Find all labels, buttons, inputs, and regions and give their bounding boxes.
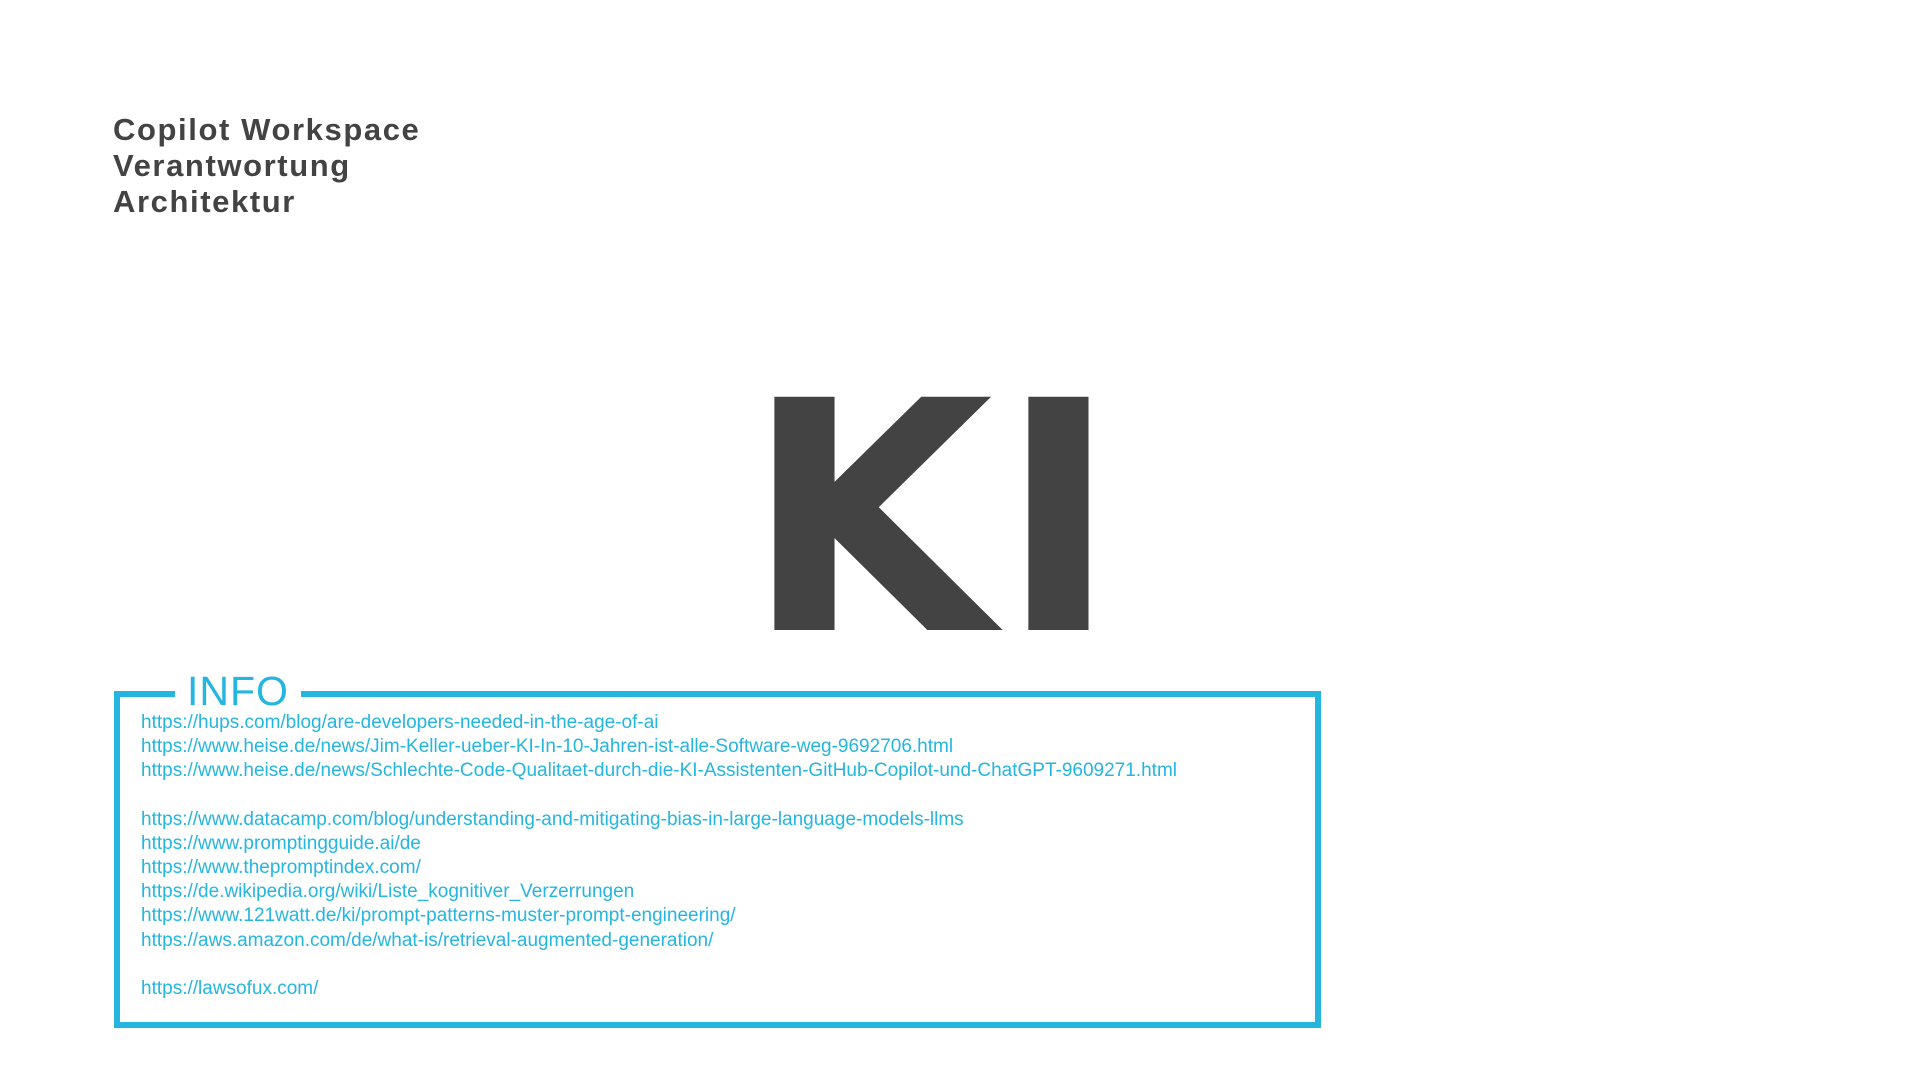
info-box: INFO https://hups.com/blog/are-developer… <box>114 667 1321 1028</box>
link-group-3: https://lawsofux.com/ <box>141 977 1177 1001</box>
link-item[interactable]: https://www.datacamp.com/blog/understand… <box>141 808 1177 832</box>
link-group-1: https://hups.com/blog/are-developers-nee… <box>141 711 1177 784</box>
hero-title: KI <box>745 334 1125 706</box>
topic-copilot-workspace: Copilot Workspace <box>113 112 421 147</box>
link-item[interactable]: https://hups.com/blog/are-developers-nee… <box>141 711 1177 735</box>
topic-verantwortung: Verantwortung <box>113 148 351 183</box>
link-item[interactable]: https://www.heise.de/news/Schlechte-Code… <box>141 759 1177 783</box>
topic-list: Copilot Workspace Verantwortung Architek… <box>113 112 420 220</box>
link-item[interactable]: https://lawsofux.com/ <box>141 977 1177 1001</box>
link-item[interactable]: https://www.121watt.de/ki/prompt-pattern… <box>141 904 1177 928</box>
info-title: INFO <box>175 667 301 715</box>
topic-architektur: Architektur <box>113 184 296 219</box>
link-item[interactable]: https://www.heise.de/news/Jim-Keller-ueb… <box>141 735 1177 759</box>
link-list: https://hups.com/blog/are-developers-nee… <box>141 711 1177 1001</box>
link-item[interactable]: https://aws.amazon.com/de/what-is/retrie… <box>141 929 1177 953</box>
link-item[interactable]: https://de.wikipedia.org/wiki/Liste_kogn… <box>141 880 1177 904</box>
link-item[interactable]: https://www.thepromptindex.com/ <box>141 856 1177 880</box>
link-item[interactable]: https://www.promptingguide.ai/de <box>141 832 1177 856</box>
link-group-2: https://www.datacamp.com/blog/understand… <box>141 808 1177 953</box>
